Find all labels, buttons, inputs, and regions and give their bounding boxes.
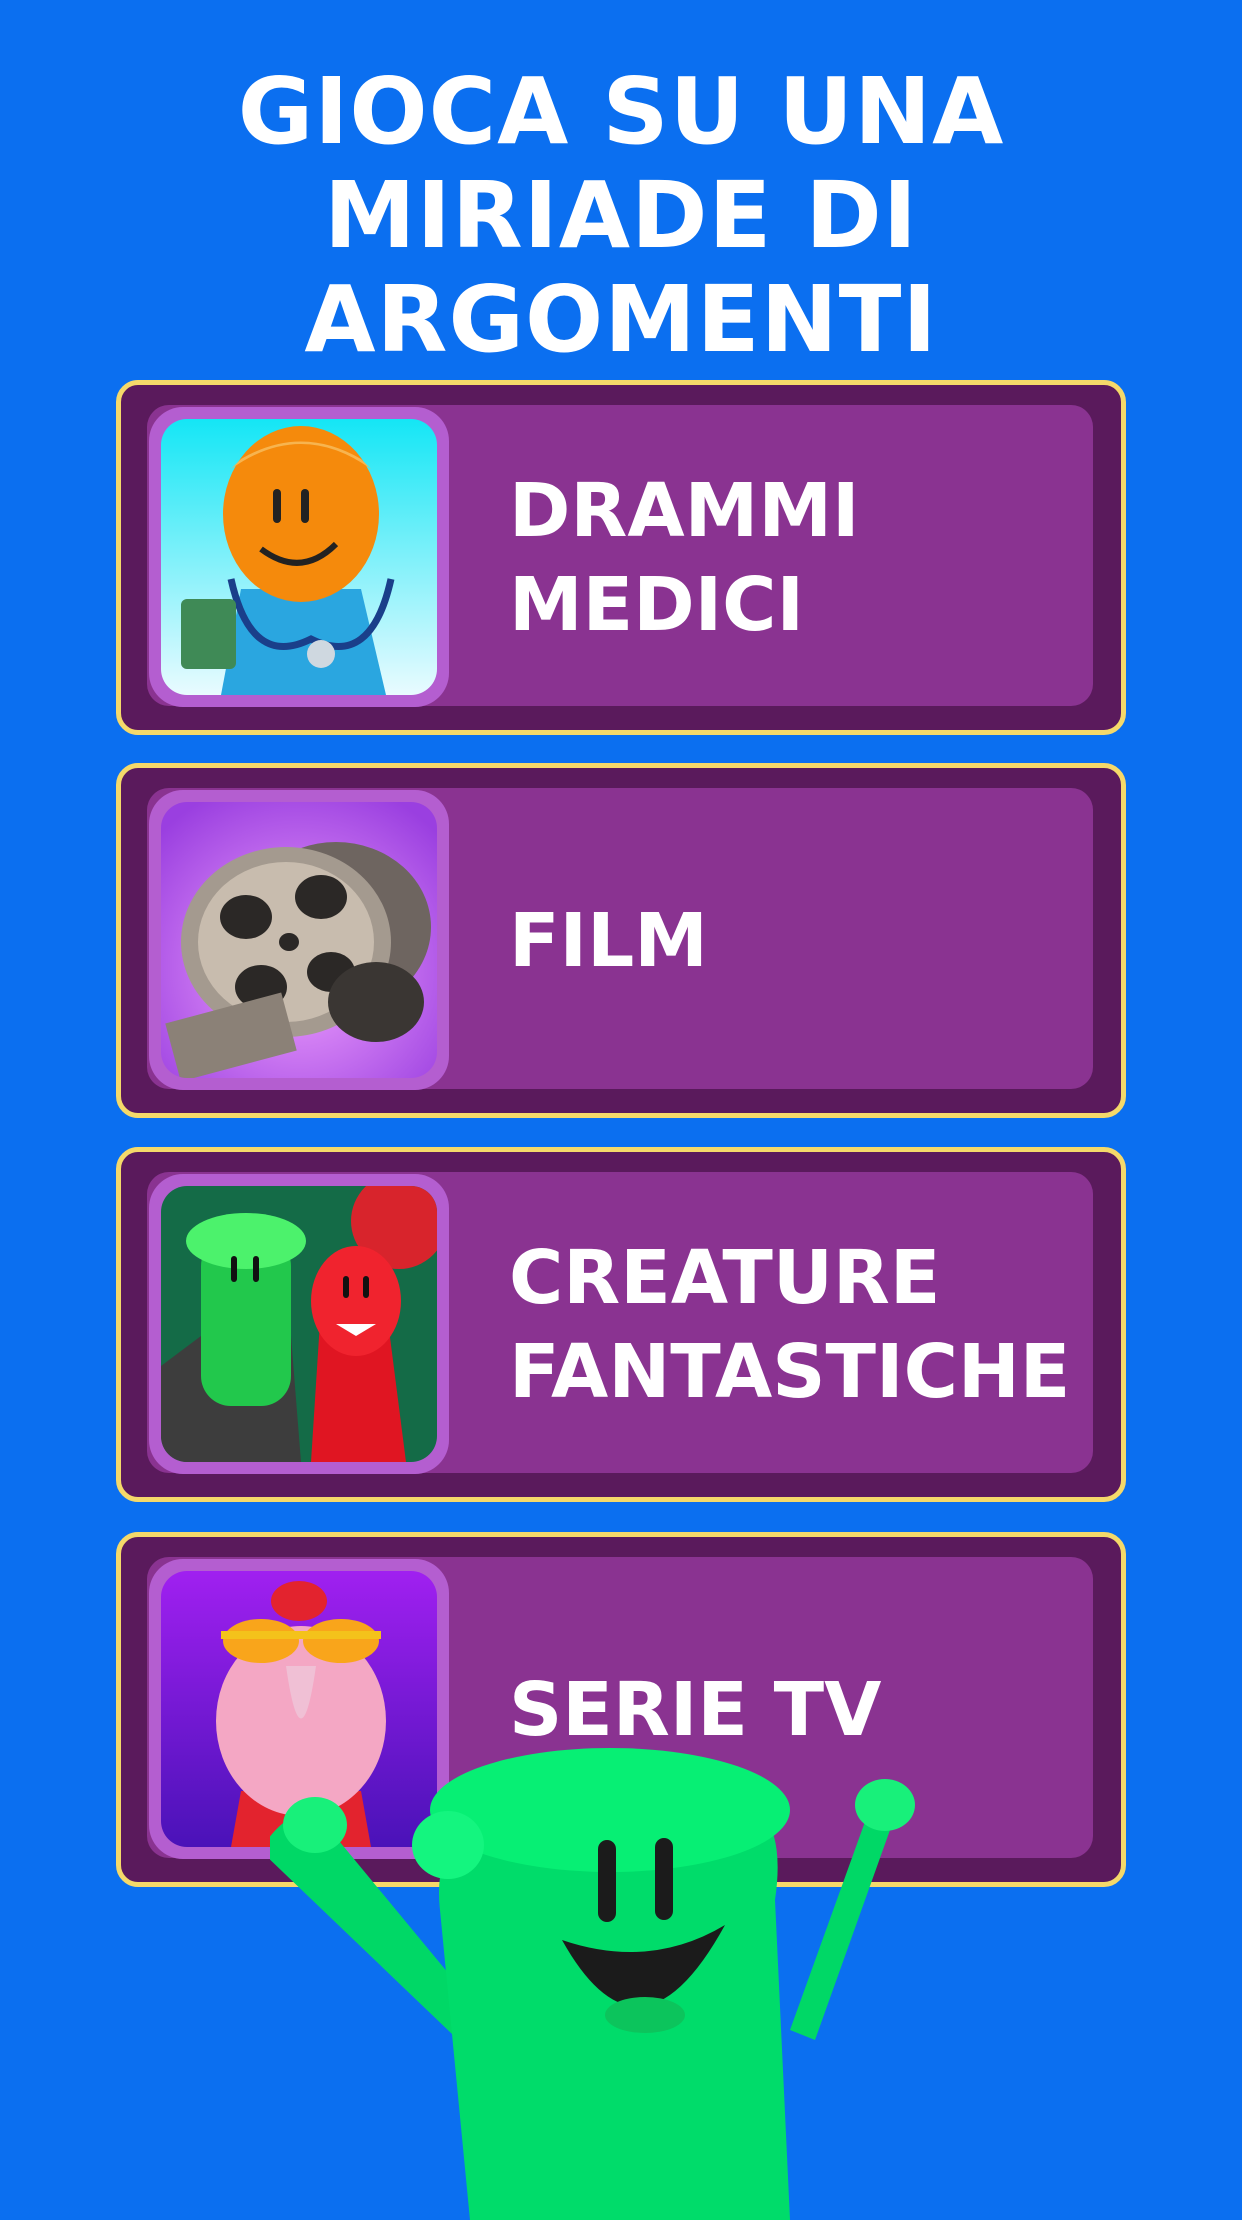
topic-card-creature-fantastiche[interactable]: CREATURE FANTASTICHE — [116, 1147, 1126, 1502]
topic-label-line-2: MEDICI — [509, 561, 804, 648]
headline: GIOCA SU UNA MIRIADE DI ARGOMENTI — [0, 60, 1242, 372]
topic-label-line-2: FANTASTICHE — [509, 1328, 1071, 1415]
topic-label-line-1: CREATURE — [509, 1234, 941, 1321]
topic-label-line-1: FILM — [509, 897, 708, 984]
topic-label: DRAMMI MEDICI — [509, 385, 1101, 730]
headline-line-1: GIOCA SU UNA — [237, 58, 1005, 165]
topic-thumbnail — [149, 407, 449, 707]
topic-card-film[interactable]: FILM — [116, 763, 1126, 1118]
topic-label-line-1: DRAMMI — [509, 467, 860, 554]
topic-thumbnail — [149, 1174, 449, 1474]
topic-card-drammi-medici[interactable]: DRAMMI MEDICI — [116, 380, 1126, 735]
headline-line-2: MIRIADE DI ARGOMENTI — [304, 162, 938, 373]
topic-thumbnail — [149, 790, 449, 1090]
topic-label: CREATURE FANTASTICHE — [509, 1152, 1101, 1497]
film-reel-icon — [161, 802, 437, 1078]
mascot-character — [270, 1748, 915, 2220]
doctor-icon — [161, 419, 437, 695]
topic-label: FILM — [509, 768, 1101, 1113]
monsters-icon — [161, 1186, 437, 1462]
